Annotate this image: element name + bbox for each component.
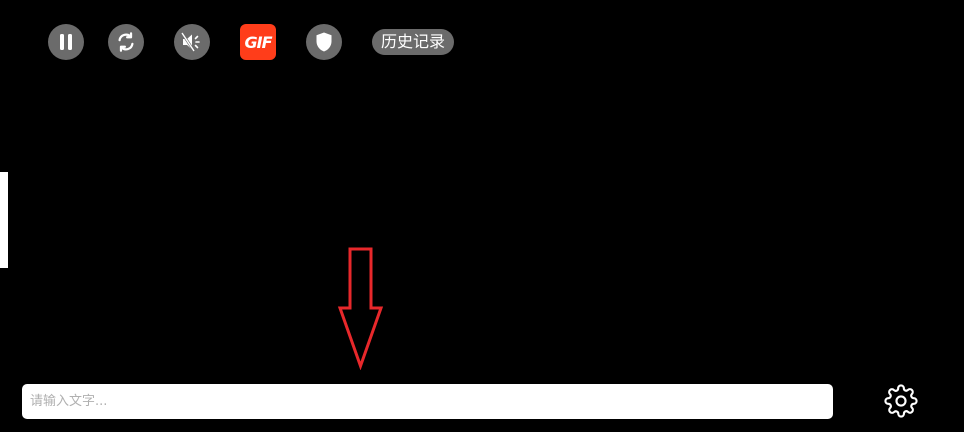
gif-button[interactable]: GIF	[240, 24, 276, 60]
pause-icon	[60, 34, 72, 50]
pause-button[interactable]	[48, 24, 84, 60]
gear-icon	[884, 384, 918, 418]
gif-label: GIF	[244, 32, 272, 52]
text-input[interactable]	[22, 384, 833, 419]
shield-icon	[316, 32, 332, 52]
mute-button[interactable]	[174, 24, 210, 60]
settings-button[interactable]	[882, 382, 920, 420]
edge-drawer-handle[interactable]	[0, 172, 8, 268]
down-arrow-icon	[337, 247, 384, 370]
speaker-muted-icon	[180, 32, 200, 52]
refresh-icon	[118, 32, 134, 52]
history-button[interactable]: 历史记录	[372, 29, 455, 55]
shield-button[interactable]	[306, 24, 342, 60]
refresh-button[interactable]	[108, 24, 144, 60]
